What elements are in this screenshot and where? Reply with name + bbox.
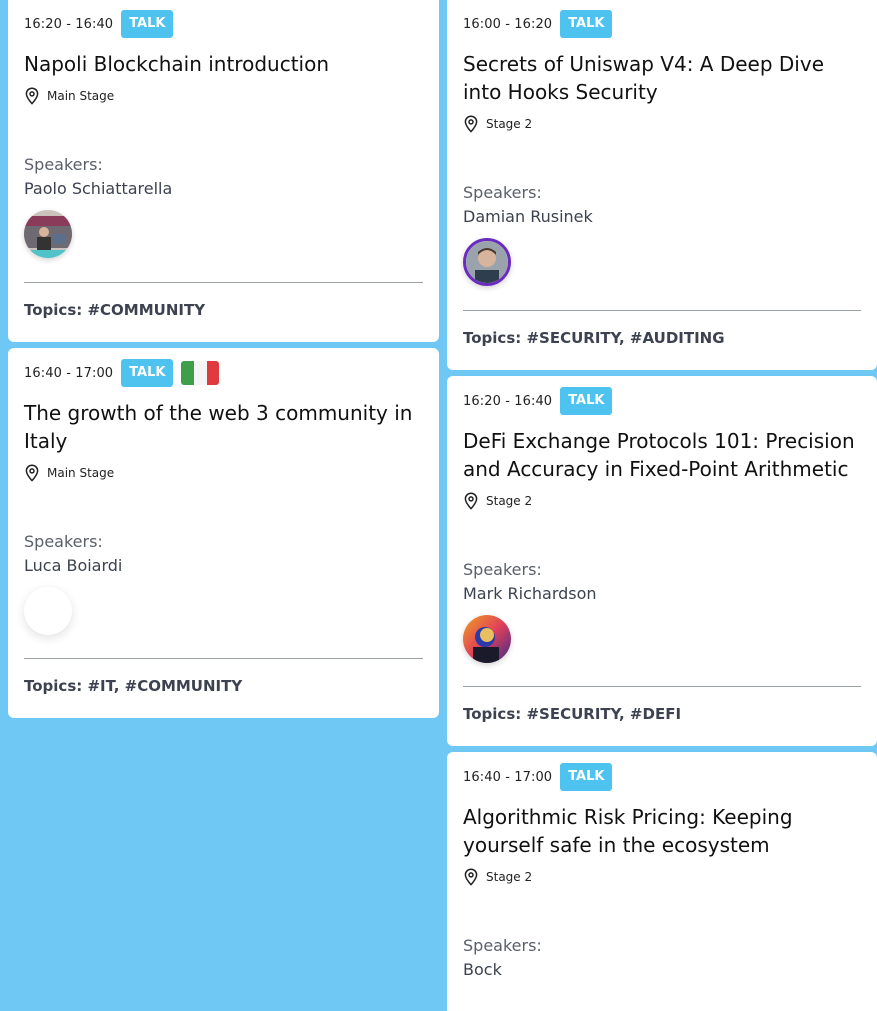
talk-badge: TALK [560, 10, 613, 38]
map-pin-icon [25, 87, 39, 105]
speaker-name[interactable]: Mark Richardson [463, 584, 597, 603]
topics: Topics: #SECURITY, #DEFI [463, 705, 682, 723]
card-divider [463, 686, 861, 687]
session-meta: 16:20 - 16:40 TALK [24, 10, 174, 38]
session-title[interactable]: Secrets of Uniswap V4: A Deep Dive into … [463, 50, 863, 106]
session-card[interactable]: 16:00 - 16:20 TALK Secrets of Uniswap V4… [447, 0, 877, 370]
session-location: Stage 2 [463, 868, 532, 886]
speaker-avatar[interactable] [463, 238, 511, 286]
speaker-name[interactable]: Bock [463, 960, 502, 979]
session-card[interactable]: 16:40 - 17:00 TALK The growth of the web… [8, 348, 439, 718]
session-time: 16:40 - 17:00 [24, 365, 114, 381]
session-time: 16:40 - 17:00 [463, 769, 553, 785]
session-meta: 16:40 - 17:00 TALK [24, 359, 220, 387]
speaker-photo [466, 241, 508, 283]
session-location: Stage 2 [463, 115, 532, 133]
location-label: Main Stage [47, 89, 115, 103]
speaker-photo [463, 615, 511, 663]
session-title[interactable]: Napoli Blockchain introduction [24, 50, 425, 78]
speaker-avatar[interactable] [24, 210, 72, 258]
session-meta: 16:20 - 16:40 TALK [463, 387, 613, 415]
map-pin-icon [464, 492, 478, 510]
session-card[interactable]: 16:20 - 16:40 TALK DeFi Exchange Protoco… [447, 376, 877, 746]
speaker-avatar[interactable] [463, 615, 511, 663]
card-divider [24, 282, 423, 283]
session-card[interactable]: 16:20 - 16:40 TALK Napoli Blockchain int… [8, 0, 439, 342]
location-label: Main Stage [47, 466, 115, 480]
session-time: 16:20 - 16:40 [463, 393, 553, 409]
speakers-label: Speakers: [463, 183, 542, 202]
session-card[interactable]: 16:40 - 17:00 TALK Algorithmic Risk Pric… [447, 752, 877, 1011]
italy-flag-icon [181, 361, 220, 385]
session-location: Main Stage [24, 87, 114, 105]
map-pin-icon [464, 868, 478, 886]
session-location: Main Stage [24, 464, 114, 482]
talk-badge: TALK [121, 359, 174, 387]
topics: Topics: #SECURITY, #AUDITING [463, 329, 725, 347]
talk-badge: TALK [121, 10, 174, 38]
session-location: Stage 2 [463, 492, 532, 510]
speakers-label: Speakers: [24, 532, 103, 551]
location-label: Stage 2 [486, 870, 533, 884]
card-divider [463, 310, 861, 311]
location-label: Stage 2 [486, 117, 533, 131]
speakers-label: Speakers: [463, 936, 542, 955]
talk-badge: TALK [560, 763, 613, 791]
location-label: Stage 2 [486, 494, 533, 508]
session-title[interactable]: The growth of the web 3 community in Ita… [24, 399, 425, 455]
speaker-avatar[interactable] [24, 587, 72, 635]
speaker-photo [24, 210, 72, 258]
speakers-label: Speakers: [463, 560, 542, 579]
talk-badge: TALK [560, 387, 613, 415]
speaker-name[interactable]: Damian Rusinek [463, 207, 593, 226]
session-time: 16:20 - 16:40 [24, 16, 114, 32]
topics: Topics: #IT, #COMMUNITY [24, 677, 243, 695]
speakers-label: Speakers: [24, 155, 103, 174]
speaker-name[interactable]: Luca Boiardi [24, 556, 122, 575]
speaker-name[interactable]: Paolo Schiattarella [24, 179, 172, 198]
card-divider [24, 658, 423, 659]
session-meta: 16:40 - 17:00 TALK [463, 763, 613, 791]
map-pin-icon [25, 464, 39, 482]
session-title[interactable]: Algorithmic Risk Pricing: Keeping yourse… [463, 803, 863, 859]
session-title[interactable]: DeFi Exchange Protocols 101: Precision a… [463, 427, 863, 483]
topics: Topics: #COMMUNITY [24, 301, 206, 319]
session-time: 16:00 - 16:20 [463, 16, 553, 32]
session-meta: 16:00 - 16:20 TALK [463, 10, 613, 38]
map-pin-icon [464, 115, 478, 133]
